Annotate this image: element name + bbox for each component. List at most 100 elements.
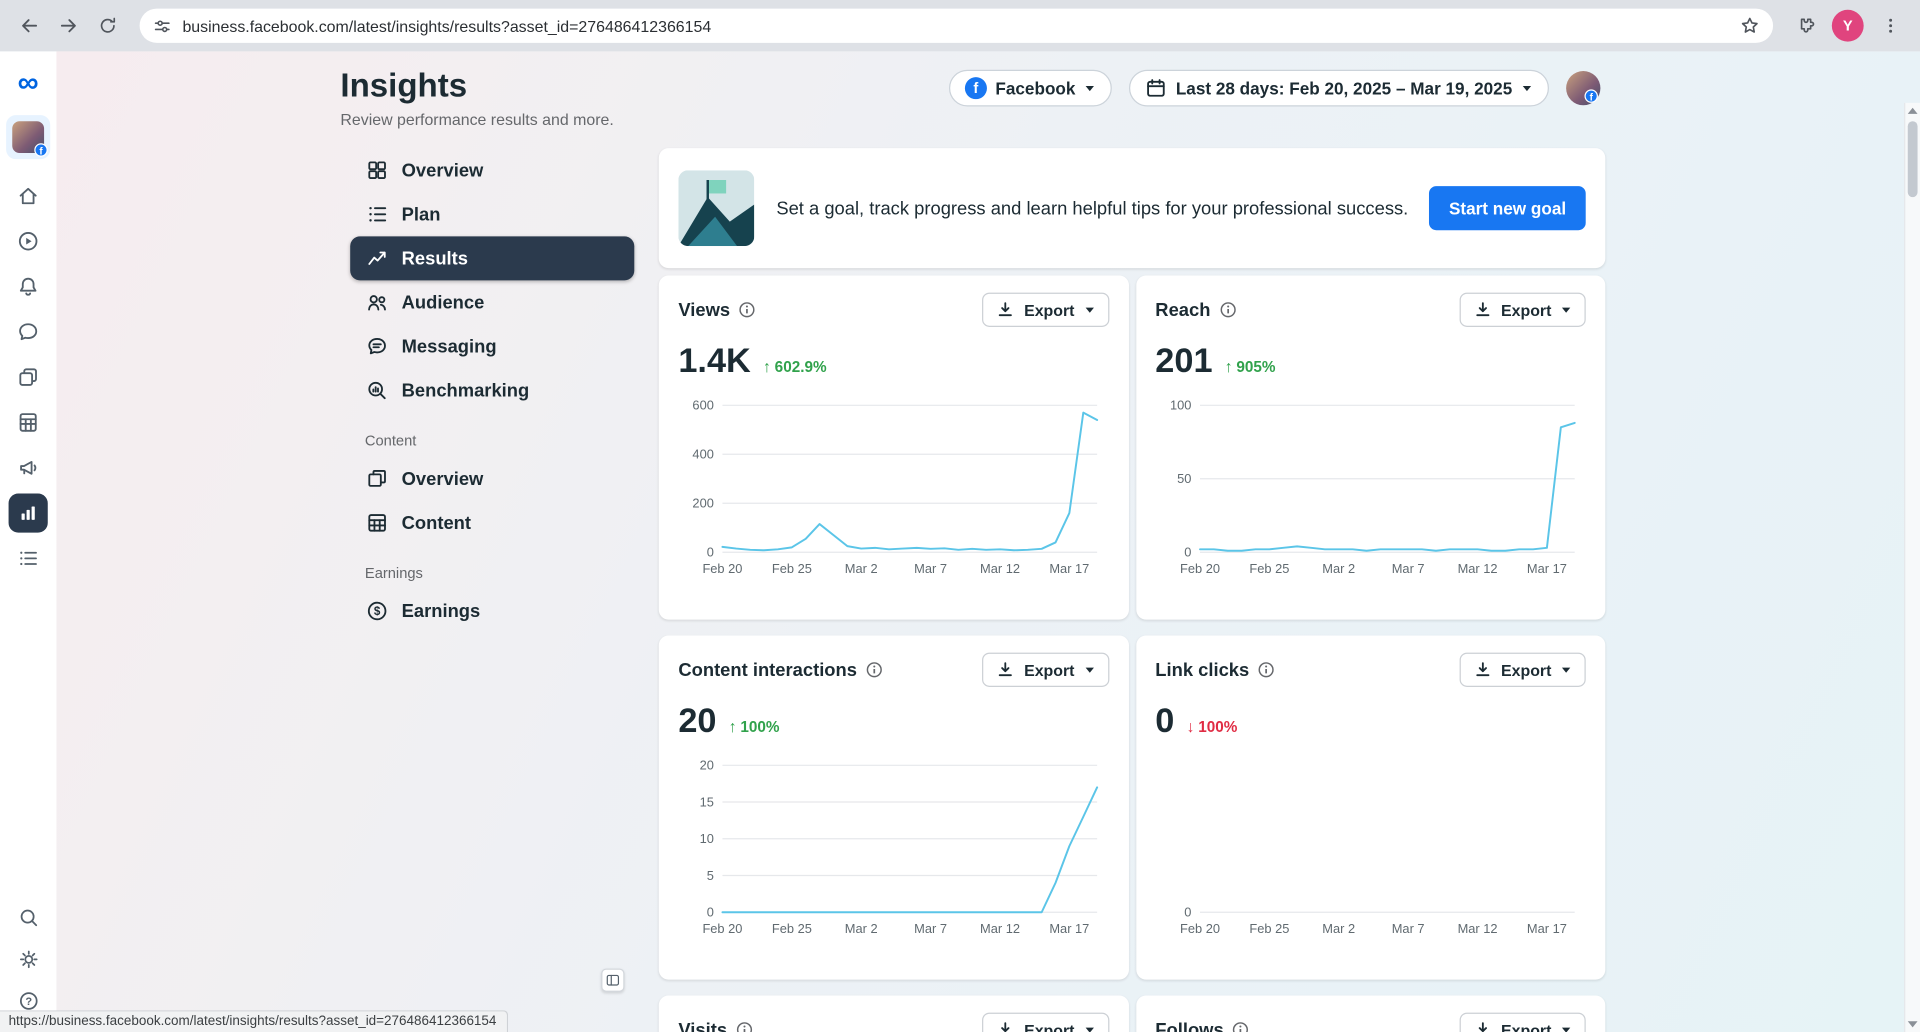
nav-item-label: Earnings: [401, 600, 481, 622]
svg-text:Feb 25: Feb 25: [1249, 921, 1289, 936]
content-interactions-card: Content interactions Export 20 ↑ 100% 0 …: [658, 635, 1129, 980]
download-icon: [1478, 1022, 1487, 1032]
export-button[interactable]: Export: [1459, 652, 1586, 687]
nav-item-audience[interactable]: Audience: [350, 280, 634, 324]
start-new-goal-button[interactable]: Start new goal: [1429, 186, 1586, 231]
info-icon[interactable]: [736, 1021, 753, 1032]
down-arrow-icon: ↓: [1186, 717, 1195, 736]
rail-insights-button[interactable]: [8, 493, 48, 533]
svg-text:Mar 17: Mar 17: [1049, 921, 1089, 936]
rail-settings-button[interactable]: [9, 942, 48, 976]
address-bar[interactable]: business.facebook.com/latest/insights/re…: [139, 8, 1774, 43]
nav-item-label: Results: [401, 247, 468, 269]
svg-text:?: ?: [25, 995, 32, 1007]
facebook-badge-icon: f: [1584, 89, 1598, 103]
rail-inbox-button[interactable]: [9, 312, 48, 351]
nav-item-label: Overview: [401, 468, 484, 490]
info-icon[interactable]: [866, 661, 883, 678]
scrollbar-thumb[interactable]: [1907, 121, 1918, 198]
left-rail: ∞ f ?: [0, 51, 57, 1032]
up-arrow-icon: ↑: [763, 357, 772, 376]
date-range-button[interactable]: Last 28 days: Feb 20, 2025 – Mar 19, 202…: [1129, 69, 1549, 107]
svg-text:Mar 7: Mar 7: [914, 561, 947, 576]
bookmark-star-icon[interactable]: [1739, 15, 1761, 37]
rail-notifications-button[interactable]: [9, 267, 48, 306]
svg-text:100: 100: [1169, 398, 1190, 413]
svg-text:Feb 20: Feb 20: [1179, 561, 1219, 576]
forward-icon: [60, 19, 76, 33]
metric-value: 20: [678, 701, 717, 740]
svg-text:Feb 25: Feb 25: [1249, 561, 1289, 576]
user-avatar[interactable]: f: [1566, 71, 1601, 106]
info-icon[interactable]: [739, 301, 756, 318]
info-icon[interactable]: [1232, 1021, 1249, 1032]
card-title: Content interactions: [678, 659, 857, 681]
back-button[interactable]: [12, 9, 46, 43]
rail-content-button[interactable]: [9, 222, 48, 261]
nav-item-label: Audience: [401, 292, 485, 313]
export-button[interactable]: Export: [982, 292, 1109, 327]
info-icon[interactable]: [1219, 301, 1236, 318]
chevron-down-icon: [1561, 667, 1571, 673]
browser-menu-button[interactable]: [1873, 9, 1907, 43]
rail-search-button[interactable]: [9, 900, 48, 934]
rail-home-button[interactable]: [9, 176, 48, 215]
info-icon[interactable]: [1258, 661, 1275, 678]
nav-item-results[interactable]: Results: [350, 236, 635, 281]
export-button[interactable]: Export: [1459, 1012, 1586, 1032]
home-icon: [19, 187, 37, 205]
scroll-up-arrow[interactable]: [1907, 107, 1918, 114]
metric-delta: ↑ 905%: [1224, 357, 1276, 376]
metric-cards-grid: Views Export 1.4K ↑ 602.9% 0 200 400 600…: [658, 275, 1606, 1032]
export-button[interactable]: Export: [1459, 292, 1586, 327]
rail-all-tools-button[interactable]: [9, 539, 48, 578]
nav-item-label: Plan: [401, 203, 441, 225]
visits-card: Visits Export: [658, 995, 1129, 1032]
svg-text:600: 600: [692, 398, 713, 413]
download-icon: [999, 302, 1013, 317]
meta-logo[interactable]: ∞: [18, 68, 39, 98]
question-mark-icon: ?: [19, 991, 37, 1010]
nav-section-content: Content: [364, 432, 417, 450]
nav-item-content-overview[interactable]: Overview: [350, 457, 634, 501]
page-scrollbar: [1904, 102, 1920, 1032]
nav-item-label: Overview: [401, 159, 484, 181]
export-button[interactable]: Export: [982, 1012, 1109, 1032]
play-circle-icon: [18, 231, 38, 251]
svg-text:Mar 2: Mar 2: [845, 561, 878, 576]
messaging-icon: [368, 338, 386, 355]
svg-text:20: 20: [700, 758, 714, 773]
svg-text:Mar 17: Mar 17: [1049, 561, 1089, 576]
collapse-nav-button[interactable]: [601, 968, 625, 992]
site-settings-icon[interactable]: [152, 15, 173, 36]
asset-selector-button[interactable]: f Facebook: [948, 69, 1113, 107]
rail-billing-button[interactable]: [9, 403, 48, 442]
export-button[interactable]: Export: [982, 652, 1109, 687]
extensions-button[interactable]: [1788, 9, 1822, 43]
insights-nav: Overview Plan Results Audience Messaging…: [350, 148, 635, 633]
reload-icon: [100, 17, 116, 33]
rail-posts-button[interactable]: [9, 358, 48, 397]
nav-item-benchmarking[interactable]: Benchmarking: [350, 369, 634, 413]
nav-item-overview[interactable]: Overview: [350, 148, 634, 192]
reload-button[interactable]: [91, 9, 125, 43]
up-arrow-icon: ↑: [1224, 357, 1233, 376]
bell-icon: [19, 277, 37, 296]
svg-text:Mar 2: Mar 2: [845, 921, 878, 936]
scroll-down-arrow[interactable]: [1907, 1021, 1918, 1028]
svg-text:Mar 12: Mar 12: [980, 921, 1020, 936]
nav-item-earnings[interactable]: $ Earnings: [350, 589, 634, 633]
list-menu-icon: [20, 551, 37, 566]
page-titles: Insights Review performance results and …: [340, 67, 613, 128]
rail-ads-button[interactable]: [9, 448, 48, 487]
rail-business-avatar[interactable]: f: [6, 115, 51, 160]
forward-button[interactable]: [51, 9, 85, 43]
nav-item-messaging[interactable]: Messaging: [350, 324, 634, 368]
browser-profile-avatar[interactable]: Y: [1831, 9, 1864, 42]
nav-item-content[interactable]: Content: [350, 501, 634, 545]
search-icon: [20, 909, 37, 926]
svg-text:Mar 2: Mar 2: [1322, 921, 1355, 936]
download-icon: [1476, 662, 1490, 677]
nav-item-plan[interactable]: Plan: [350, 192, 634, 236]
metric-delta: ↓ 100%: [1186, 717, 1238, 736]
